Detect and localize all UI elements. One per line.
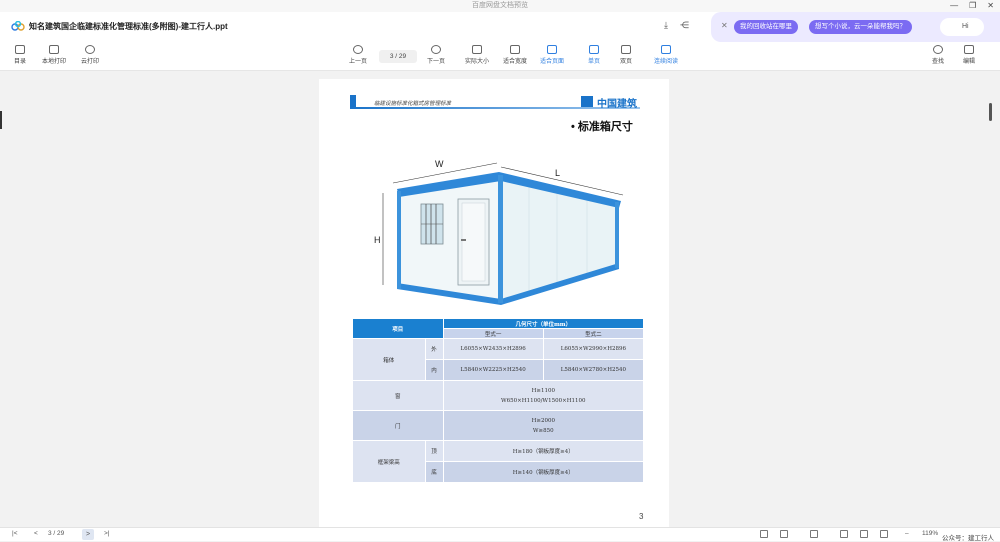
document-page: 临建设施标准化箱式房管理标准 中国建筑 • 标准箱尺寸 W L H 项目 几何尺… [319,79,669,527]
arrow-left-icon [353,45,363,54]
continuous-read-icon [661,45,671,54]
last-page-icon[interactable]: >| [104,530,109,537]
page-current: 3 [389,53,394,60]
arrow-right-icon [431,45,441,54]
ai-assistant-bar: ✕ 我的回收站在哪里 想写个小说，云一朵能帮我吗？ Hi [711,12,1000,42]
next-page-icon[interactable]: > [82,529,94,540]
page-title: • 标准箱尺寸 [571,121,633,133]
ai-suggestion-chip[interactable]: 我的回收站在哪里 [734,20,798,34]
search-icon [933,45,943,54]
table-cell: H≥1100 W650×H1100/W1500×H1100 [442,380,645,411]
single-page-icon [589,45,599,54]
close-icon[interactable]: ✕ [721,21,728,30]
table-cell: H≥140（钢板厚度≥4） [442,461,645,483]
actual-size-button[interactable]: 实际大小 [465,45,489,65]
table-cell: 内 [424,359,444,381]
dim-w-label: W [435,159,444,169]
ai-suggestion-chip[interactable]: 想写个小说，云一朵能帮我吗？ [809,20,912,34]
dim-l-label: L [555,168,560,178]
double-page-icon [621,45,631,54]
double-page-button[interactable]: 双页 [620,45,632,65]
table-cell: 框架梁高 [352,440,426,483]
actual-size-icon[interactable] [880,530,888,538]
sidebar-handle[interactable] [0,111,2,129]
cscec-logo-icon [581,96,593,107]
fit-page-icon [547,45,557,54]
fit-width-icon [510,45,520,54]
fit-page-button[interactable]: 适合页面 [535,44,569,67]
table-cell: 窗 [352,380,444,411]
actual-size-icon [472,45,482,54]
scroll-view-icon[interactable] [810,530,818,538]
window-title: 百度网盘文档预览 [472,2,528,9]
cloud-logo-icon [11,21,25,31]
download-icon[interactable]: ⤓ [664,20,668,31]
table-header-type2: 型式二 [542,328,645,339]
find-button[interactable]: 查找 [932,45,944,65]
single-view-icon[interactable] [760,530,768,538]
fit-width-button[interactable]: 适合宽度 [503,45,527,65]
dim-h-label: H [374,235,381,245]
cloud-print-button[interactable]: 云打印 [81,45,99,65]
double-view-icon[interactable] [780,530,788,538]
cloud-printer-icon [85,45,95,54]
table-cell: H≥2000 W≥850 [442,410,645,441]
table-cell: 门 [352,410,444,441]
prev-page-button[interactable]: 上一页 [349,45,367,65]
edit-button[interactable]: 编辑 [963,45,975,65]
toc-button[interactable]: 目录 [14,45,26,65]
pencil-icon [964,45,974,54]
page-header-text: 临建设施标准化箱式房管理标准 [374,101,452,107]
table-header-item: 项目 [352,318,444,339]
table-header-dims: 几何尺寸（单位mm） [442,318,645,329]
brand-name: 中国建筑 [597,99,637,110]
share-icon[interactable]: ⋲ [680,20,689,31]
local-print-button[interactable]: 本地打印 [42,45,66,65]
next-page-button[interactable]: 下一页 [427,45,445,65]
page-header-bar [350,95,356,107]
printer-icon [49,45,59,54]
window-title-bar: 百度网盘文档预览 — ❐ ✕ [0,0,1000,12]
first-page-icon[interactable]: |< [12,530,17,537]
container-illustration: W L H [374,159,624,305]
file-name: 知名建筑国企临建标准化管理标准(多附图)-建工行人.ppt [29,22,228,31]
table-cell: H≥180（钢板厚度≥4） [442,440,645,462]
page-total: / 29 [395,53,407,60]
page-input[interactable]: 3 / 29 [379,50,417,63]
status-bar: |< < 3 / 29 > >| – 119% 公众号：建工行人 [0,527,1000,542]
table-cell: 顶 [424,440,444,462]
continuous-read-button[interactable]: 连续阅读 [649,44,683,67]
toolbar: 目录 本地打印 云打印 上一页 3 / 29 下一页 实际大小 适合宽度 适合页… [0,42,1000,71]
table-cell: L6055×W2990×H2896 [542,338,645,360]
minimize-button[interactable]: — [950,0,958,12]
table-cell: L6055×W2435×H2896 [442,338,544,360]
dimension-table: 项目 几何尺寸（单位mm） 型式一 型式二 箱体 外 L6055×W2435×H… [352,318,645,483]
table-cell: L5840×W2780×H2540 [542,359,645,381]
close-button[interactable]: ✕ [987,0,994,12]
table-cell: L5840×W2225×H2540 [442,359,544,381]
maximize-button[interactable]: ❐ [969,0,976,12]
zoom-level[interactable]: 119% [922,530,938,537]
table-cell: 外 [424,338,444,360]
table-header-type1: 型式一 [442,328,544,339]
table-cell: 底 [424,461,444,483]
status-page-indicator[interactable]: 3 / 29 [48,530,64,537]
table-cell: 箱体 [352,338,426,381]
fit-width-icon[interactable] [840,530,848,538]
zoom-out-icon[interactable]: – [905,530,909,537]
fit-page-icon[interactable] [860,530,868,538]
prev-page-icon[interactable]: < [34,530,38,537]
single-page-button[interactable]: 单页 [583,44,605,67]
toc-icon [15,45,25,54]
document-viewport[interactable]: 临建设施标准化箱式房管理标准 中国建筑 • 标准箱尺寸 W L H 项目 几何尺… [0,71,1000,527]
assistant-greeting[interactable]: Hi [940,18,984,36]
scrollbar-thumb[interactable] [989,103,992,121]
page-number: 3 [639,512,644,521]
